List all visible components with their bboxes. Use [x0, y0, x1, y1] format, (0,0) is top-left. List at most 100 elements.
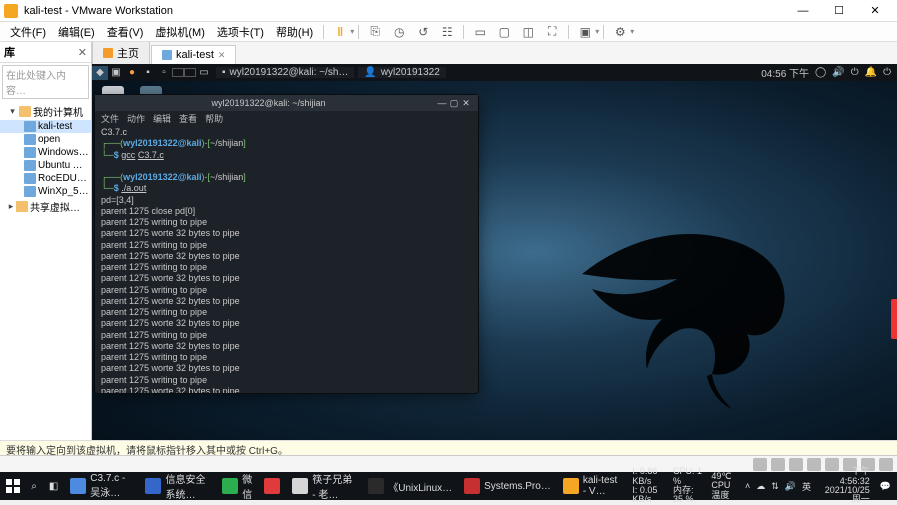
- taskbar-app-6[interactable]: Systems.Pro…: [458, 472, 557, 500]
- terminal-titlebar[interactable]: wyl20191322@kali: ~/shijian — ▢ ✕: [95, 95, 478, 111]
- menu-help[interactable]: 帮助(H): [270, 22, 319, 42]
- kali-top-panel: ◆ ▣ ● ▪ ▫ ▭ ▪ wyl20191322@kali: ~/sh… 👤 …: [92, 64, 897, 81]
- term-menu-help[interactable]: 帮助: [205, 112, 223, 125]
- tree-item-winxp[interactable]: WinXp_52Pojie_…: [0, 185, 91, 198]
- terminal-close-button[interactable]: ✕: [460, 98, 472, 109]
- tree-item-rocedu[interactable]: RocEDU.Win7: [0, 172, 91, 185]
- snapshot-revert-button[interactable]: ↺: [413, 23, 433, 41]
- kali-clock: 04:56 下午: [761, 65, 809, 80]
- close-button[interactable]: ✕: [857, 0, 893, 22]
- workspace2-icon[interactable]: [184, 68, 196, 77]
- menu-tabs[interactable]: 选项卡(T): [211, 22, 270, 42]
- tab-kali-test[interactable]: kali-test✕: [151, 45, 236, 64]
- taskbar-app-7[interactable]: kali-test - V…: [557, 472, 627, 500]
- minimize-button[interactable]: —: [785, 0, 821, 22]
- term-menu-action[interactable]: 动作: [127, 112, 145, 125]
- terminal-icon[interactable]: ▪: [140, 66, 156, 80]
- app-icon-5: [368, 478, 384, 494]
- taskbar-app-5[interactable]: 《UnixLinux…: [362, 472, 458, 500]
- taskbar-app-3[interactable]: [258, 472, 286, 500]
- terminal-maximize-button[interactable]: ▢: [448, 98, 460, 109]
- menu-file[interactable]: 文件(F): [4, 22, 52, 42]
- snapshot-manager-button[interactable]: ☷: [437, 23, 457, 41]
- tree-shared-vms[interactable]: ▸共享虚拟机 (已弃用): [0, 198, 91, 215]
- kali-menu-icon[interactable]: ◆: [92, 66, 108, 80]
- task-view-button[interactable]: ◧: [43, 472, 64, 500]
- tray-onedrive-icon[interactable]: ☁: [756, 481, 765, 492]
- menu-view[interactable]: 查看(V): [101, 22, 150, 42]
- gpu-label: CPU温度: [711, 481, 739, 500]
- taskbar-app-1[interactable]: 信息安全系统…: [139, 472, 216, 500]
- kali-task-terminal[interactable]: ▪ wyl20191322@kali: ~/sh…: [216, 67, 354, 78]
- files-icon[interactable]: ▣: [108, 66, 124, 80]
- tree-item-ubuntu[interactable]: Ubuntu ARM V1…: [0, 159, 91, 172]
- tray-wifi-icon[interactable]: ⇅: [771, 481, 779, 492]
- system-tray[interactable]: I: 0.86 KB/s I: 0.05 KB/s CPU: 1 % 内存: 3…: [626, 467, 897, 505]
- network-icon[interactable]: ⏻: [851, 67, 859, 78]
- tray-chevron-icon[interactable]: ˄: [745, 481, 750, 491]
- term-menu-file[interactable]: 文件: [101, 112, 119, 125]
- tree-item-kali-test[interactable]: kali-test: [0, 120, 91, 133]
- maximize-button[interactable]: ☐: [821, 0, 857, 22]
- terminal-title: wyl20191322@kali: ~/shijian: [101, 98, 436, 108]
- show-desktop-icon[interactable]: ▭: [196, 66, 212, 80]
- tree-root-mycomputer[interactable]: ▾我的计算机: [0, 103, 91, 120]
- tray-ime-icon[interactable]: 英: [802, 480, 811, 493]
- speaker-icon[interactable]: 🔊: [832, 67, 844, 78]
- sidebar-button[interactable]: ◫: [518, 23, 538, 41]
- library-search-input[interactable]: 在此处键入内容…: [2, 65, 89, 99]
- tab-close-icon[interactable]: ✕: [218, 50, 226, 61]
- terminal-window: wyl20191322@kali: ~/shijian — ▢ ✕ 文件 动作 …: [94, 94, 479, 394]
- notification-icon[interactable]: ◯: [815, 67, 826, 78]
- windows-taskbar: ⌕ ◧ C3.7.c - 吴泳…信息安全系统…微信筷子兄弟 - 老…《UnixL…: [0, 472, 897, 500]
- start-button[interactable]: [0, 472, 25, 500]
- taskbar-clock[interactable]: 下午 4:56:32 2021/10/25 周一: [817, 467, 874, 505]
- firefox-icon[interactable]: ●: [124, 66, 140, 80]
- app-icon-3: [264, 478, 280, 494]
- tree-item-win10[interactable]: Windows 10 x64…: [0, 146, 91, 159]
- home-icon: [103, 48, 113, 58]
- term-menu-edit[interactable]: 编辑: [153, 112, 171, 125]
- terminal-minimize-button[interactable]: —: [436, 98, 448, 108]
- cpu-usage: CPU: 1 %: [673, 467, 705, 486]
- taskbar-app-4[interactable]: 筷子兄弟 - 老…: [286, 472, 362, 500]
- app-icon-1: [145, 478, 161, 494]
- console-button[interactable]: ▣: [575, 23, 595, 41]
- tray-volume-icon[interactable]: 🔊: [785, 481, 796, 492]
- taskbar-app-2[interactable]: 微信: [216, 472, 258, 500]
- task-view-icon: ◧: [49, 481, 58, 492]
- power-icon[interactable]: ⏻: [883, 67, 891, 78]
- side-tab-handle[interactable]: [891, 299, 897, 339]
- tab-home[interactable]: 主页: [92, 42, 150, 64]
- term-menu-view[interactable]: 查看: [179, 112, 197, 125]
- library-panel: 库 ✕ 在此处键入内容… ▾我的计算机 kali-test open Windo…: [0, 42, 92, 440]
- kali-logo: [572, 194, 832, 414]
- wrench-button[interactable]: ⚙: [610, 23, 630, 41]
- stretch-button[interactable]: ⛶: [542, 23, 562, 41]
- net-up: I: 0.86 KB/s: [632, 467, 667, 486]
- app-icon-7: [563, 478, 579, 494]
- pause-button[interactable]: ‖: [330, 23, 350, 41]
- fullscreen-button[interactable]: ▭: [470, 23, 490, 41]
- menu-vm[interactable]: 虚拟机(M): [149, 22, 211, 42]
- vm-display[interactable]: ◆ ▣ ● ▪ ▫ ▭ ▪ wyl20191322@kali: ~/sh… 👤 …: [92, 64, 897, 440]
- terminal-output[interactable]: C3.7.c ┌──(wyl20191322@kali)-[~/shijian]…: [95, 125, 478, 393]
- bell-icon[interactable]: 🔔: [865, 67, 877, 78]
- vmware-menubar: 文件(F) 编辑(E) 查看(V) 虚拟机(M) 选项卡(T) 帮助(H) ‖▾…: [0, 22, 897, 42]
- editor-icon[interactable]: ▫: [156, 66, 172, 80]
- notifications-icon[interactable]: 💬: [880, 481, 891, 492]
- taskbar-app-0[interactable]: C3.7.c - 吴泳…: [64, 472, 139, 500]
- send-button[interactable]: ⎘: [365, 23, 385, 41]
- unity-button[interactable]: ▢: [494, 23, 514, 41]
- vm-tabs: 主页 kali-test✕: [92, 42, 897, 64]
- vm-icon: [162, 50, 172, 60]
- app-icon-2: [222, 478, 238, 494]
- app-icon-4: [292, 478, 308, 494]
- tree-item-open[interactable]: open: [0, 133, 91, 146]
- kali-task-user[interactable]: 👤 wyl20191322: [358, 67, 445, 78]
- snapshot-button[interactable]: ◷: [389, 23, 409, 41]
- workspace1-icon[interactable]: [172, 68, 184, 77]
- library-close-icon[interactable]: ✕: [78, 46, 87, 59]
- menu-edit[interactable]: 编辑(E): [52, 22, 101, 42]
- search-button[interactable]: ⌕: [25, 472, 43, 500]
